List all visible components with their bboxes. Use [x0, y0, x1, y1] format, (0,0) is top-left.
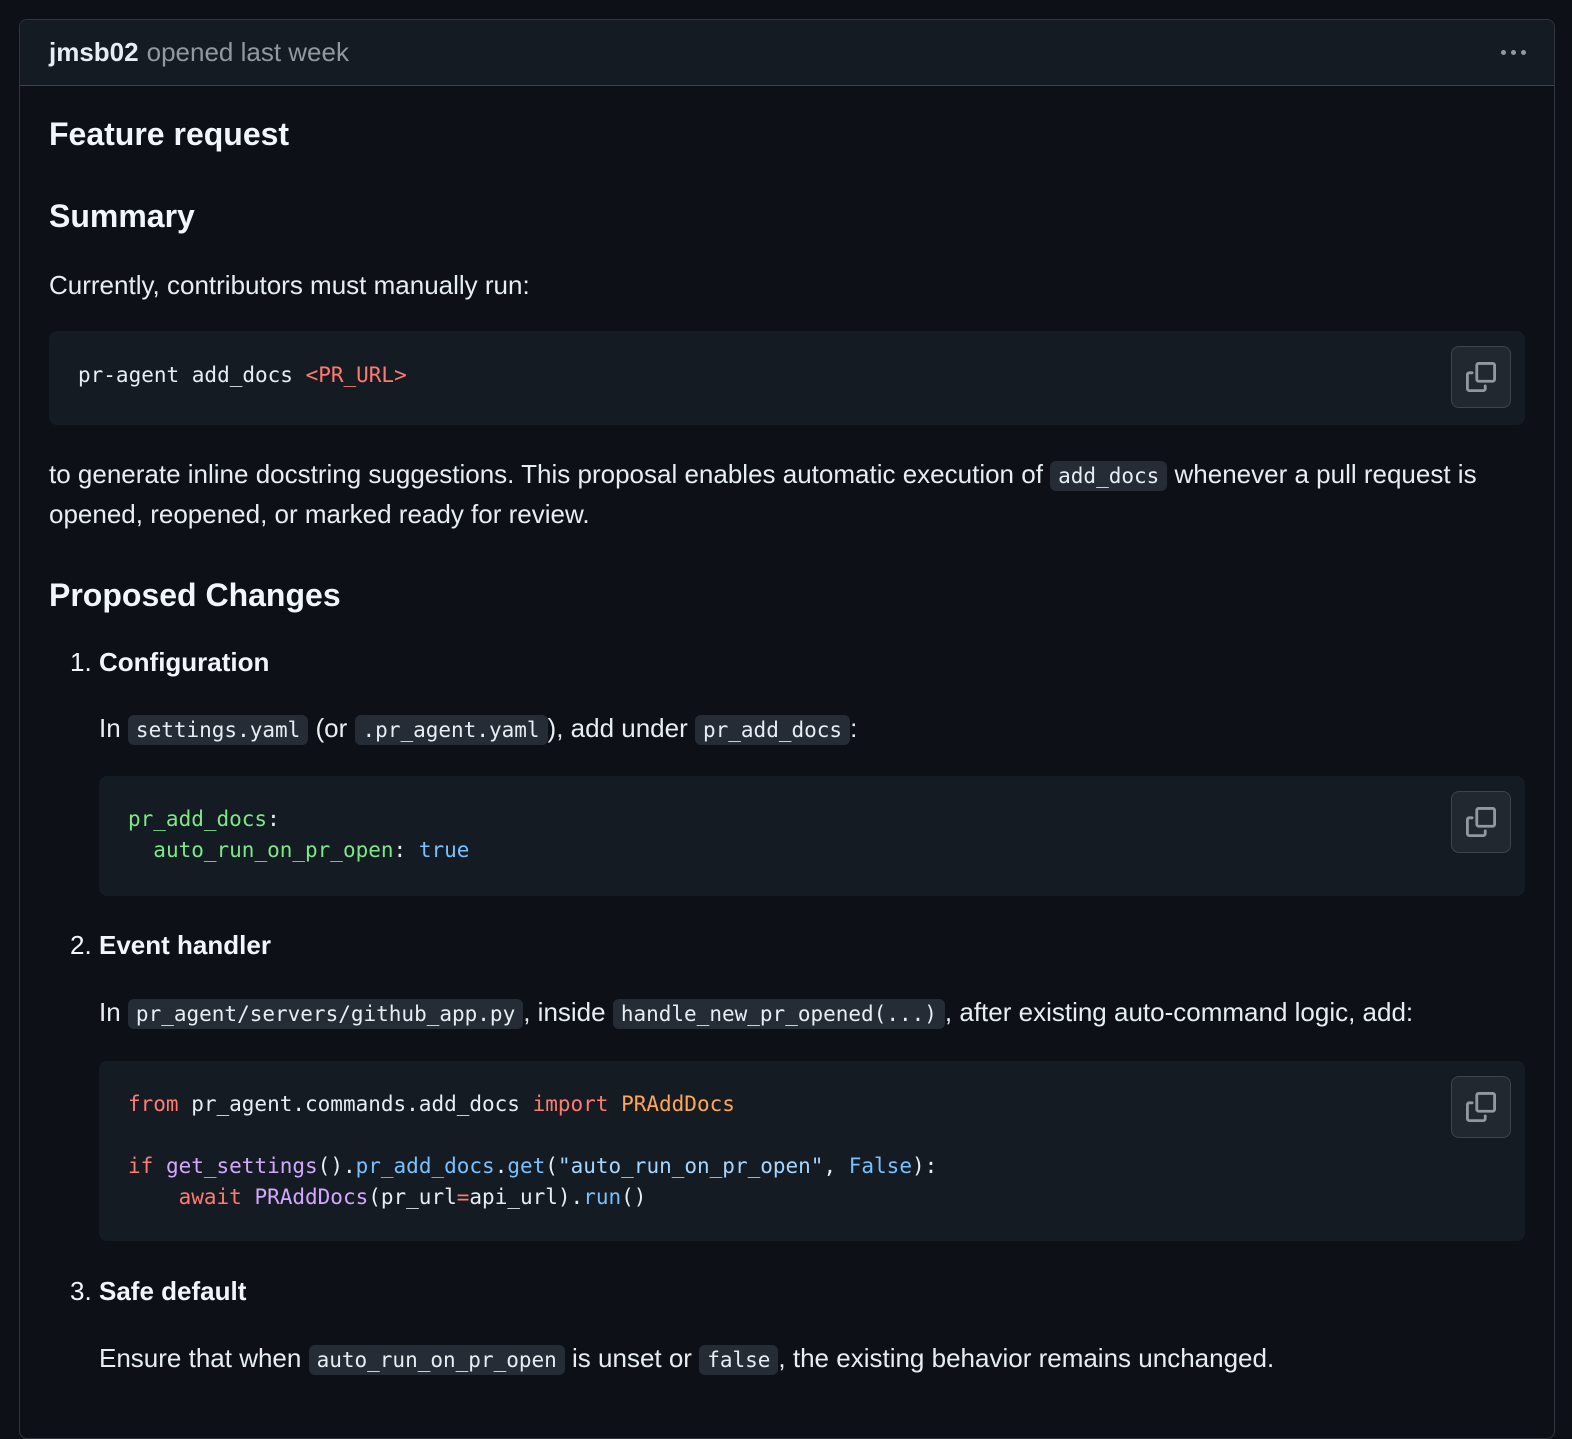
- code-block-yaml: pr_add_docs: auto_run_on_pr_open: true: [99, 776, 1525, 896]
- heading-proposed-changes: Proposed Changes: [49, 577, 341, 613]
- opened-timestamp[interactable]: opened last week: [147, 37, 349, 68]
- ordered-list: 1. Configuration In settings.yaml (or .p…: [49, 643, 1525, 1379]
- code-block-command: pr-agent add_docs <PR_URL>: [49, 331, 1525, 425]
- comment-header: jmsb02 opened last week: [20, 20, 1554, 86]
- comment-options-button[interactable]: [1501, 44, 1526, 61]
- kebab-horizontal-icon: [1501, 50, 1506, 55]
- inline-code: pr_agent/servers/github_app.py: [127, 999, 524, 1029]
- inline-code: settings.yaml: [127, 715, 309, 745]
- list-item-title: Configuration: [99, 647, 270, 677]
- comment-body: Feature request Summary Currently, contr…: [20, 86, 1554, 1379]
- inline-code: .pr_agent.yaml: [354, 715, 548, 745]
- list-item-paragraph: In settings.yaml (or .pr_agent.yaml), ad…: [99, 713, 858, 745]
- author-link[interactable]: jmsb02: [49, 37, 139, 68]
- list-number: 2.: [70, 930, 92, 960]
- list-item: 2. Event handler In pr_agent/servers/git…: [49, 926, 1525, 1241]
- inline-code: auto_run_on_pr_open: [308, 1345, 565, 1375]
- copy-icon: [1466, 1092, 1496, 1122]
- issue-comment: jmsb02 opened last week Feature request …: [19, 19, 1555, 1439]
- copy-button[interactable]: [1451, 791, 1511, 853]
- inline-code: handle_new_pr_opened(...): [612, 999, 945, 1029]
- copy-icon: [1466, 807, 1496, 837]
- list-item-paragraph: In pr_agent/servers/github_app.py, insid…: [99, 997, 1414, 1029]
- inline-code: add_docs: [1050, 461, 1168, 491]
- list-item-title: Safe default: [99, 1276, 247, 1306]
- code-text: pr-agent add_docs: [78, 363, 306, 387]
- heading-feature-request: Feature request: [49, 116, 290, 152]
- list-item: 3. Safe default Ensure that when auto_ru…: [49, 1272, 1525, 1379]
- copy-icon: [1466, 362, 1496, 392]
- list-item: 1. Configuration In settings.yaml (or .p…: [49, 643, 1525, 896]
- code-block-python: from pr_agent.commands.add_docs import P…: [99, 1061, 1525, 1241]
- inline-code: pr_add_docs: [694, 715, 851, 745]
- code-placeholder: <PR_URL>: [305, 363, 407, 387]
- list-number: 3.: [70, 1276, 92, 1306]
- paragraph-currently: Currently, contributors must manually ru…: [49, 270, 530, 300]
- list-number: 1.: [70, 647, 92, 677]
- heading-summary: Summary: [49, 198, 195, 234]
- copy-button[interactable]: [1451, 1076, 1511, 1138]
- list-item-paragraph: Ensure that when auto_run_on_pr_open is …: [99, 1343, 1275, 1375]
- paragraph-description: to generate inline docstring suggestions…: [49, 459, 1477, 529]
- list-item-title: Event handler: [99, 930, 271, 960]
- inline-code: false: [699, 1345, 779, 1375]
- copy-button[interactable]: [1451, 346, 1511, 408]
